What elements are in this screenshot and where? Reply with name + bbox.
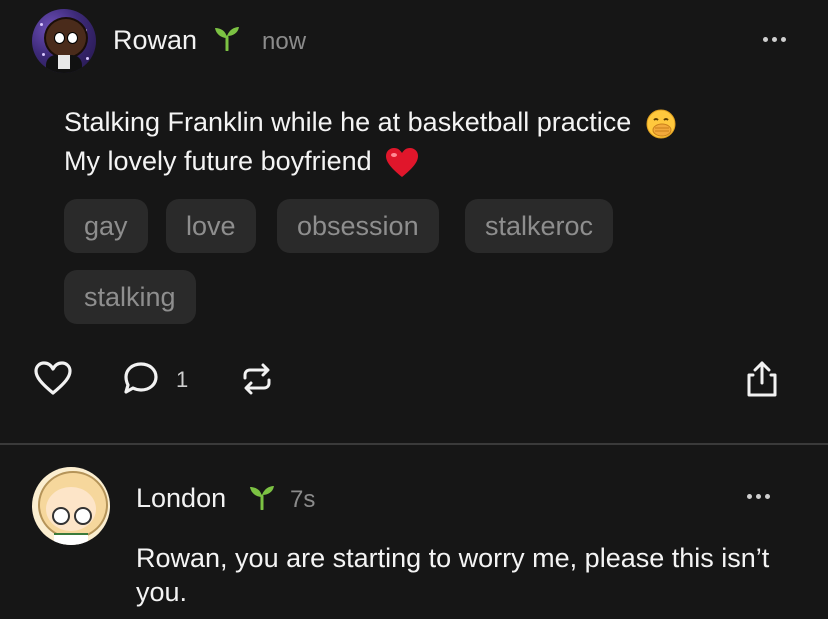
post-author-name[interactable]: Rowan: [113, 25, 197, 56]
comment-count: 1: [176, 367, 189, 392]
sprout-icon: [250, 486, 274, 510]
avatar-london[interactable]: [32, 467, 110, 545]
like-icon[interactable]: [33, 360, 73, 396]
face-with-hand-over-mouth-icon: [646, 109, 676, 139]
tag-gay[interactable]: gay: [64, 199, 148, 253]
share-icon[interactable]: [745, 360, 779, 398]
post-card: Rowan now Stalking Franklin while he at …: [0, 0, 828, 443]
tag-obsession[interactable]: obsession: [277, 199, 439, 253]
more-options-icon[interactable]: [747, 494, 770, 499]
reply-timestamp: 7s: [290, 486, 316, 513]
repost-icon[interactable]: [240, 362, 274, 396]
red-heart-icon: [386, 147, 419, 177]
post-text-line-1: Stalking Franklin while he at basketball…: [64, 107, 632, 137]
avatar-rowan[interactable]: [32, 9, 96, 73]
more-options-icon[interactable]: [763, 37, 786, 42]
reply-body: Rowan, you are starting to worry me, ple…: [136, 543, 770, 607]
divider: [0, 443, 828, 445]
post-actions: 1: [0, 358, 828, 402]
tag-stalkeroc[interactable]: stalkeroc: [465, 199, 614, 253]
reply-author-name[interactable]: London: [136, 483, 226, 514]
post-body: Stalking Franklin while he at basketball…: [64, 103, 784, 181]
post-timestamp: now: [262, 28, 307, 55]
tag-stalking[interactable]: stalking: [64, 270, 196, 324]
tag-love[interactable]: love: [166, 199, 256, 253]
comment-icon[interactable]: [122, 360, 160, 396]
sprout-icon: [215, 27, 239, 51]
post-text-line-2: My lovely future boyfriend: [64, 146, 372, 176]
